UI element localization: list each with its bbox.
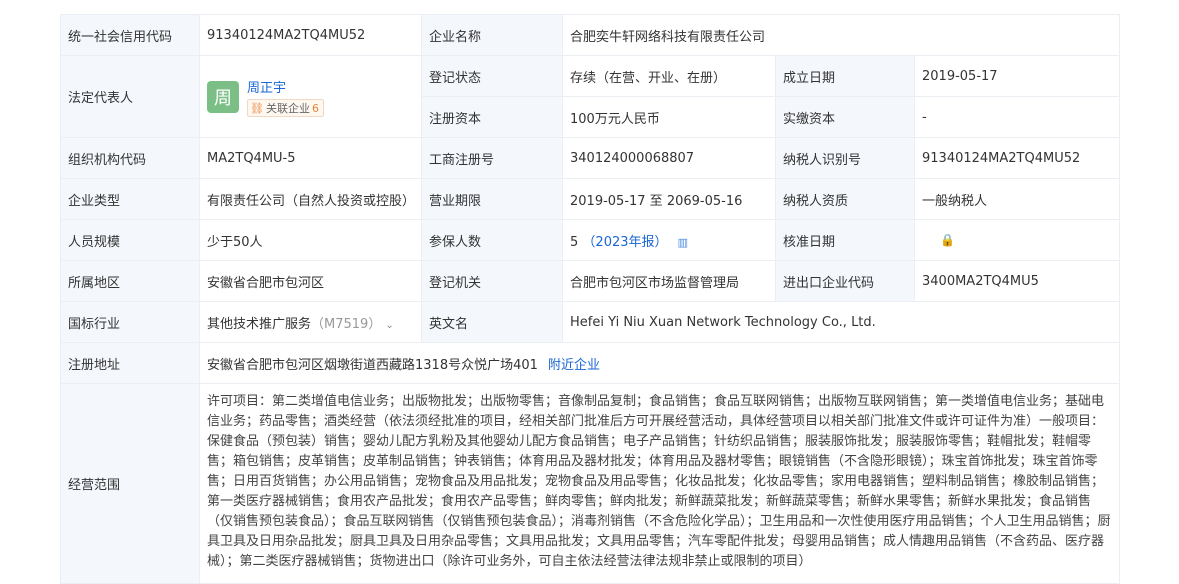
reg-capital-label: 注册资本 (421, 96, 563, 138)
related-companies-label: 关联企业 (265, 101, 310, 115)
nearby-companies-link[interactable]: 附近企业 (548, 358, 600, 373)
legal-rep-cell: 周 周正宇 ⛓ 关联企业 6 (199, 55, 422, 138)
scope-cell: 许可项目：第二类增值电信业务；出版物批发；出版物零售；音像制品复制；食品销售；食… (199, 383, 1120, 584)
english-name-value: Hefei Yi Niu Xuan Network Technology Co.… (562, 301, 1120, 343)
company-name-label: 企业名称 (421, 14, 563, 56)
biz-reg-no-value: 340124000068807 (562, 137, 776, 179)
industry-code: （M7519） (311, 316, 382, 332)
industry-cell[interactable]: 其他技术推广服务（M7519） ⌄ (199, 301, 422, 343)
biz-term-label: 营业期限 (421, 178, 563, 220)
est-date-value: 2019-05-17 (914, 55, 1120, 97)
reg-authority-value: 合肥市包河区市场监督管理局 (562, 260, 776, 302)
import-export-label: 进出口企业代码 (775, 260, 915, 302)
org-code-value: MA2TQ4MU-5 (199, 137, 422, 179)
taxpayer-id-label: 纳税人识别号 (775, 137, 915, 179)
company-type-label: 企业类型 (60, 178, 200, 220)
trend-chart-icon[interactable]: ▥ (678, 236, 688, 249)
address-cell: 安徽省合肥市包河区烟墩街道西藏路1318号众悦广场401 附近企业 (199, 342, 1120, 384)
region-label: 所属地区 (60, 260, 200, 302)
avatar[interactable]: 周 (207, 80, 239, 113)
import-export-value: 3400MA2TQ4MU5 (914, 260, 1120, 302)
paid-capital-value: - (914, 96, 1120, 138)
credit-code-value: 91340124MA2TQ4MU52 (199, 14, 422, 56)
insured-count: 5 (570, 234, 579, 250)
legal-rep-label: 法定代表人 (60, 55, 200, 138)
region-value: 安徽省合肥市包河区 (199, 260, 422, 302)
related-companies-badge[interactable]: ⛓ 关联企业 6 (247, 98, 324, 117)
related-companies-count: 6 (311, 101, 319, 115)
taxpayer-id-value: 91340124MA2TQ4MU52 (914, 137, 1120, 179)
paid-capital-label: 实缴资本 (775, 96, 915, 138)
approve-date-label: 核准日期 (775, 219, 915, 261)
company-name-value: 合肥奕牛轩网络科技有限责任公司 (562, 14, 1120, 56)
taxpayer-qual-label: 纳税人资质 (775, 178, 915, 220)
reg-capital-value: 100万元人民币 (562, 96, 776, 138)
company-type-value: 有限责任公司（自然人投资或控股） (199, 178, 422, 220)
reg-status-label: 登记状态 (421, 55, 563, 97)
industry-label: 国标行业 (60, 301, 200, 343)
insured-year-link[interactable]: （2023年报） (582, 235, 667, 250)
scope-value: 许可项目：第二类增值电信业务；出版物批发；出版物零售；音像制品复制；食品销售；食… (207, 394, 1111, 569)
biz-reg-no-label: 工商注册号 (421, 137, 563, 179)
credit-code-label: 统一社会信用代码 (60, 14, 200, 56)
address-label: 注册地址 (60, 342, 200, 384)
industry-value: 其他技术推广服务 (207, 316, 312, 332)
staff-size-label: 人员规模 (60, 219, 200, 261)
insured-cell: 5 （2023年报） ▥ (562, 219, 776, 261)
scope-label: 经营范围 (60, 383, 200, 584)
company-info-table: 统一社会信用代码 91340124MA2TQ4MU52 企业名称 合肥奕牛轩网络… (60, 14, 1120, 584)
org-code-label: 组织机构代码 (60, 137, 200, 179)
taxpayer-qual-value: 一般纳税人 (914, 178, 1120, 220)
biz-term-value: 2019-05-17 至 2069-05-16 (562, 178, 776, 220)
est-date-label: 成立日期 (775, 55, 915, 97)
lock-icon[interactable]: 🔒 (922, 233, 955, 247)
reg-authority-label: 登记机关 (421, 260, 563, 302)
staff-size-value: 少于50人 (199, 219, 422, 261)
english-name-label: 英文名 (421, 301, 563, 343)
address-value: 安徽省合肥市包河区烟墩街道西藏路1318号众悦广场401 (207, 357, 538, 373)
approve-date-cell: 🔒 (914, 219, 1120, 261)
reg-status-value: 存续（在营、开业、在册） (562, 55, 776, 97)
legal-rep-name-link[interactable]: 周正宇 (247, 77, 324, 96)
chevron-down-icon[interactable]: ⌄ (385, 320, 393, 331)
related-company-icon: ⛓ (250, 101, 264, 115)
insured-label: 参保人数 (421, 219, 563, 261)
